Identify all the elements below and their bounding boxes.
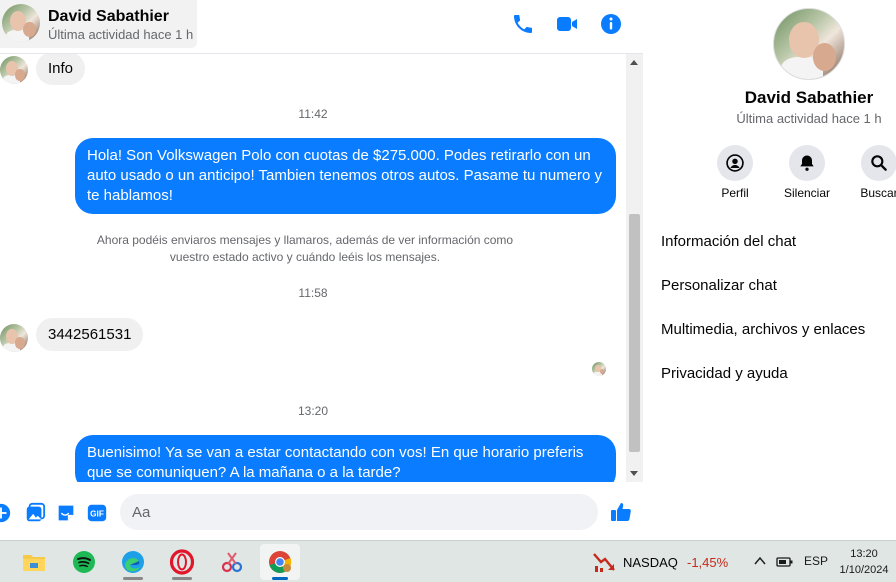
chrome-icon bbox=[269, 551, 292, 573]
info-icon[interactable] bbox=[599, 12, 623, 36]
clock-time: 13:20 bbox=[850, 548, 878, 560]
plus-icon[interactable] bbox=[0, 502, 12, 524]
chat-info-panel: David Sabathier Última actividad hace 1 … bbox=[644, 0, 896, 540]
contact-name[interactable]: David Sabathier bbox=[48, 8, 169, 26]
profile-name: David Sabathier bbox=[744, 88, 874, 107]
gallery-icon[interactable] bbox=[24, 502, 46, 524]
ticker-name[interactable]: NASDAQ bbox=[623, 555, 678, 570]
taskbar-snipping-tool[interactable] bbox=[212, 544, 252, 580]
menu-chat-info[interactable]: Información del chat bbox=[661, 233, 796, 250]
clock-date: 1/10/2024 bbox=[839, 564, 889, 576]
taskbar: NASDAQ -1,45% ESP 13:20 1/10/2024 bbox=[0, 540, 896, 582]
message-outgoing[interactable]: Hola! Son Volkswagen Polo con cuotas de … bbox=[75, 138, 616, 214]
sender-avatar[interactable] bbox=[0, 324, 28, 352]
header-contact[interactable]: David Sabathier Última actividad hace 1 … bbox=[0, 0, 197, 48]
taskbar-edge[interactable] bbox=[113, 544, 153, 580]
stock-down-icon bbox=[593, 553, 615, 572]
input-language[interactable]: ESP bbox=[804, 554, 828, 568]
timestamp: 11:42 bbox=[298, 107, 328, 121]
running-indicator bbox=[123, 577, 143, 580]
menu-customize-chat[interactable]: Personalizar chat bbox=[661, 277, 777, 294]
contact-status: Última actividad hace 1 h bbox=[48, 27, 194, 42]
spotify-icon bbox=[73, 551, 95, 573]
active-indicator bbox=[272, 577, 288, 580]
menu-media-files-links[interactable]: Multimedia, archivos y enlaces bbox=[661, 321, 865, 338]
chat-pane: David Sabathier Última actividad hace 1 … bbox=[0, 0, 643, 540]
scroll-thumb[interactable] bbox=[629, 214, 640, 452]
search-button[interactable] bbox=[861, 145, 896, 181]
message-list[interactable]: Info 11:42 Hola! Son Volkswagen Polo con… bbox=[0, 54, 626, 482]
profile-button[interactable] bbox=[717, 145, 753, 181]
taskbar-file-explorer[interactable] bbox=[14, 544, 54, 580]
message-outgoing[interactable]: Buenisimo! Ya se van a estar contactando… bbox=[75, 435, 616, 482]
scissors-icon bbox=[221, 552, 243, 573]
scroll-down-arrow[interactable] bbox=[630, 471, 638, 476]
like-icon[interactable] bbox=[609, 500, 633, 524]
ticker-change: -1,45% bbox=[687, 555, 729, 570]
message-scrollbar[interactable] bbox=[626, 54, 643, 482]
chat-header: David Sabathier Última actividad hace 1 … bbox=[0, 0, 643, 54]
svg-text:GIF: GIF bbox=[90, 510, 104, 519]
profile-label: Perfil bbox=[721, 186, 749, 200]
phone-icon[interactable] bbox=[511, 12, 535, 36]
sticker-icon[interactable] bbox=[55, 502, 77, 524]
timestamp: 13:20 bbox=[297, 404, 329, 418]
chevron-up-icon[interactable] bbox=[754, 556, 766, 566]
contact-avatar[interactable] bbox=[2, 4, 40, 42]
message-incoming[interactable]: Info bbox=[36, 54, 86, 85]
taskbar-opera[interactable] bbox=[162, 544, 202, 580]
folder-icon bbox=[23, 555, 45, 571]
sender-avatar[interactable] bbox=[0, 56, 28, 84]
video-call-icon[interactable] bbox=[555, 12, 579, 36]
mute-label: Silenciar bbox=[783, 186, 831, 200]
taskbar-chrome[interactable] bbox=[260, 544, 300, 580]
search-icon bbox=[871, 155, 887, 171]
profile-icon bbox=[726, 154, 744, 172]
taskbar-spotify[interactable] bbox=[64, 544, 104, 580]
mute-button[interactable] bbox=[789, 145, 825, 181]
bell-icon bbox=[800, 155, 814, 171]
profile-avatar[interactable] bbox=[773, 8, 845, 80]
opera-icon bbox=[169, 549, 195, 575]
scroll-up-arrow[interactable] bbox=[630, 60, 638, 65]
read-receipt-avatar bbox=[592, 362, 606, 376]
timestamp: 11:58 bbox=[298, 286, 328, 300]
system-notice: Ahora podéis enviaros mensajes y llamaro… bbox=[96, 233, 514, 264]
edge-icon bbox=[122, 551, 144, 573]
menu-privacy-help[interactable]: Privacidad y ayuda bbox=[661, 365, 788, 382]
running-indicator bbox=[172, 577, 192, 580]
message-input[interactable] bbox=[120, 494, 598, 530]
battery-network-icon[interactable] bbox=[776, 555, 794, 569]
gif-icon[interactable]: GIF bbox=[86, 502, 108, 524]
profile-status: Última actividad hace 1 h bbox=[736, 111, 882, 126]
message-incoming[interactable]: 3442561531 bbox=[36, 318, 144, 351]
messenger-app: David Sabathier Última actividad hace 1 … bbox=[0, 0, 896, 540]
search-label: Buscar bbox=[860, 186, 896, 200]
system-clock[interactable]: 13:20 1/10/2024 bbox=[834, 546, 894, 578]
